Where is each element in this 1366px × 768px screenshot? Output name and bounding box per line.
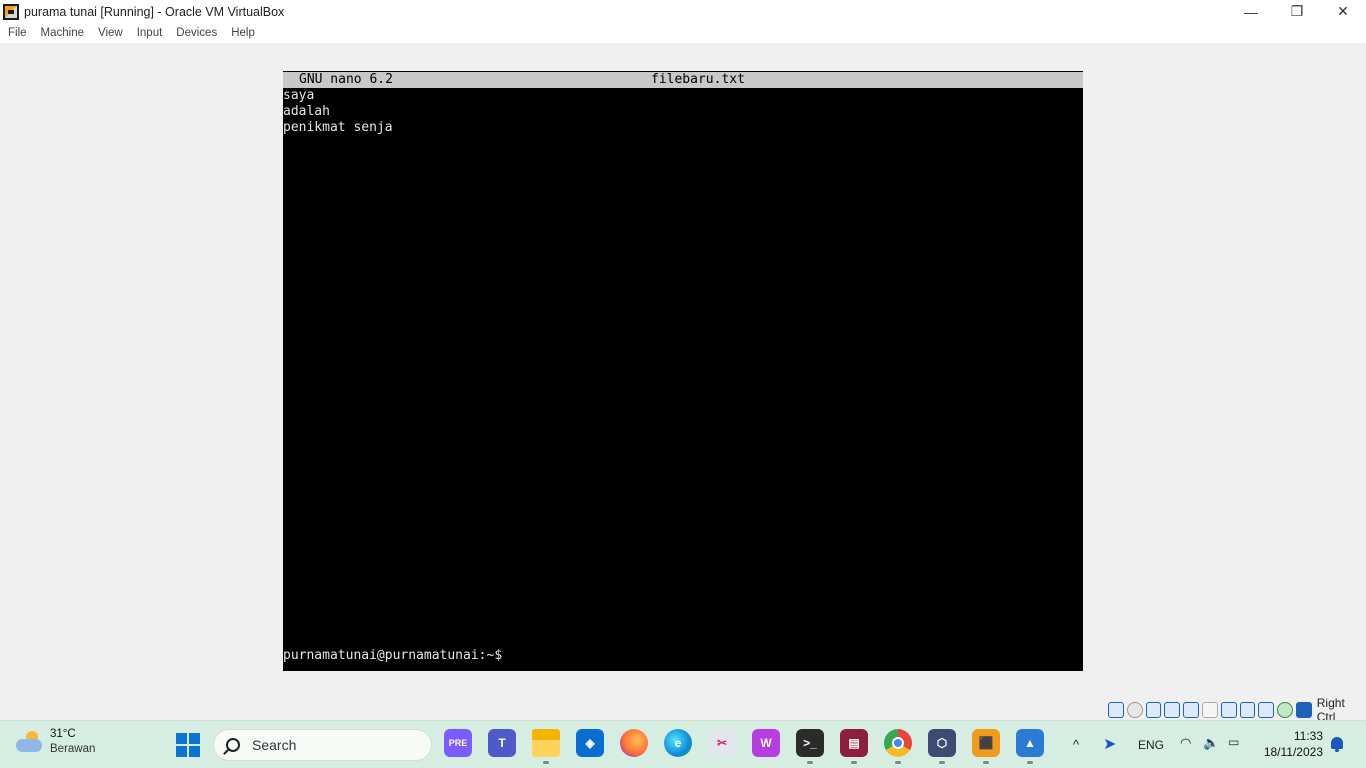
teams-icon[interactable]: T — [488, 729, 516, 757]
menu-help[interactable]: Help — [231, 27, 255, 39]
cpu-icon[interactable] — [1258, 702, 1275, 718]
text-line: adalah — [283, 104, 330, 119]
edge-icon[interactable]: e — [664, 729, 692, 757]
show-hidden-icons-chevron-icon[interactable]: ^ — [1073, 737, 1079, 752]
search-icon — [226, 738, 240, 752]
title-bar: purama tunai [Running] - Oracle VM Virtu… — [0, 0, 1366, 23]
running-indicator — [939, 761, 945, 764]
weather-temperature: 31°C — [50, 728, 76, 740]
weather-widget[interactable]: 31°C Berawan — [16, 727, 95, 757]
firefox-icon[interactable] — [620, 729, 648, 757]
virtualbox-vm-icon[interactable]: ⬛ — [972, 729, 1000, 757]
file-explorer-icon[interactable] — [532, 729, 560, 757]
wifi-icon[interactable]: ◠ — [1180, 735, 1191, 751]
hard-disk-icon[interactable] — [1108, 702, 1124, 718]
text-line: saya — [283, 88, 315, 103]
running-indicator — [543, 761, 549, 764]
location-icon[interactable]: ➤ — [1103, 734, 1116, 754]
taskbar-search[interactable]: Search — [213, 729, 432, 761]
network-icon[interactable] — [1164, 702, 1181, 718]
winrar-icon[interactable]: ▤ — [840, 729, 868, 757]
minimize-button[interactable]: — — [1228, 0, 1274, 23]
nano-file-name: filebaru.txt — [651, 72, 745, 87]
menu-view[interactable]: View — [98, 27, 123, 39]
keyboard-icon[interactable] — [1295, 702, 1312, 718]
clock-time[interactable]: 11:33 — [1290, 729, 1323, 743]
copilot-icon[interactable]: PRE — [444, 729, 472, 757]
menu-bar: File Machine View Input Devices Help — [0, 23, 1366, 43]
running-indicator — [851, 761, 857, 764]
usb-icon[interactable] — [1183, 702, 1199, 718]
virtualbox-icon[interactable]: ⬡ — [928, 729, 956, 757]
language-indicator[interactable]: ENG — [1138, 738, 1164, 752]
restore-icon: ❐ — [1290, 3, 1304, 19]
weather-cloud-icon — [16, 731, 42, 753]
mouse-integration-icon[interactable] — [1277, 702, 1293, 718]
audio-icon[interactable] — [1145, 702, 1162, 718]
start-button[interactable] — [176, 733, 200, 757]
clock-date[interactable]: 18/11/2023 — [1260, 745, 1323, 759]
terminal-icon[interactable]: >_ — [796, 729, 824, 757]
display-icon[interactable] — [1220, 702, 1237, 718]
menu-devices[interactable]: Devices — [176, 27, 217, 39]
shell-prompt[interactable]: purnamatunai@purnamatunai:~$ — [283, 648, 502, 664]
taskbar: 31°C Berawan Search PRE T ◈ e ✂ W >_ ▤ ⬡ ⬛ ▲ ^ ➤ E… — [0, 720, 1366, 768]
photos-icon[interactable]: ▲ — [1016, 729, 1044, 757]
vbox-status-bar: Right Ctrl — [1108, 696, 1366, 724]
window-title: purama tunai [Running] - Oracle VM Virtu… — [24, 4, 285, 19]
close-icon: ✕ — [1337, 3, 1349, 19]
minimize-icon: — — [1244, 3, 1258, 20]
snipping-tool-icon[interactable]: ✂ — [708, 729, 736, 757]
weather-description: Berawan — [50, 743, 96, 755]
menu-machine[interactable]: Machine — [41, 27, 84, 39]
virtualbox-vm-icon — [3, 3, 19, 20]
recording-icon[interactable] — [1239, 702, 1256, 718]
defender-icon[interactable]: ◈ — [576, 729, 604, 757]
wps-office-icon[interactable]: W — [752, 729, 780, 757]
nano-version: GNU nano 6.2 — [299, 72, 393, 87]
battery-icon[interactable]: ▭ — [1228, 735, 1239, 749]
running-indicator — [807, 761, 813, 764]
running-indicator — [895, 761, 901, 764]
text-line: penikmat senja — [283, 120, 393, 135]
running-indicator — [1027, 761, 1033, 764]
shared-folders-icon[interactable] — [1201, 702, 1218, 718]
close-button[interactable]: ✕ — [1320, 0, 1366, 23]
menu-input[interactable]: Input — [137, 27, 163, 39]
restore-button[interactable]: ❐ — [1274, 0, 1320, 23]
vm-terminal-screen[interactable]: GNU nano 6.2 filebaru.txt saya adalah pe… — [283, 71, 1083, 671]
menu-file[interactable]: File — [8, 27, 27, 39]
chrome-icon[interactable] — [884, 729, 912, 757]
running-indicator — [983, 761, 989, 764]
volume-icon[interactable]: 🔈 — [1203, 735, 1219, 751]
optical-drive-icon[interactable] — [1126, 702, 1143, 718]
nano-title-bar: GNU nano 6.2 filebaru.txt — [283, 72, 1083, 88]
notification-bell-icon[interactable] — [1330, 737, 1344, 753]
search-label: Search — [252, 737, 297, 753]
